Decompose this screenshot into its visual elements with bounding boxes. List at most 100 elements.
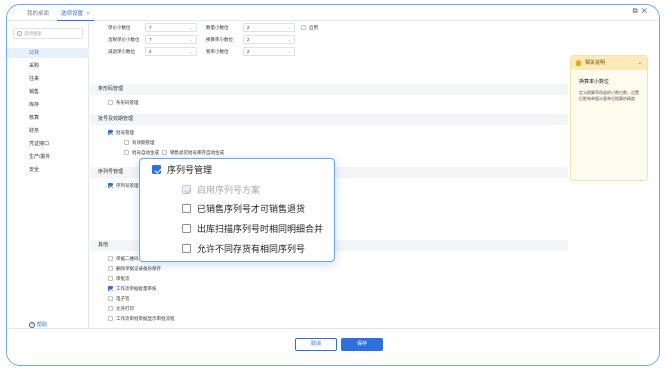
amount-decimals-select[interactable]: 2 ⌄ bbox=[145, 47, 197, 56]
extra-option-checkbox[interactable] bbox=[301, 25, 306, 30]
batch-checkbox[interactable] bbox=[108, 130, 113, 135]
serial-checkbox[interactable] bbox=[108, 183, 113, 188]
sidebar-item-purchase[interactable]: 采购 bbox=[7, 61, 89, 71]
select-value: 2 bbox=[247, 37, 250, 42]
sidebar-item-label: 凭证接口 bbox=[29, 141, 50, 147]
checkbox-label: 删除单据记录备份保存 bbox=[116, 266, 161, 271]
tax-rate-decimals-select[interactable]: 2 ⌄ bbox=[243, 47, 295, 56]
close-icon[interactable]: ✕ bbox=[642, 8, 651, 15]
window-controls: ⧉✕ bbox=[633, 8, 651, 16]
field-label: 数量小数位 bbox=[206, 25, 229, 30]
footer-bar: 取消 保存 bbox=[7, 328, 659, 365]
sidebar-item-label: 财务 bbox=[29, 128, 40, 134]
checkbox-label: 审批流 bbox=[116, 276, 130, 281]
checkbox-label: 电子签 bbox=[116, 296, 130, 301]
tab-options-settings[interactable]: 选项设置 ✕ bbox=[57, 8, 95, 21]
return-batch-auto-checkbox[interactable] bbox=[162, 150, 167, 155]
other-checkbox-5[interactable] bbox=[108, 296, 113, 301]
unit-price-decimals-select[interactable]: 7 ⌄ bbox=[145, 23, 197, 32]
select-value: 2 bbox=[247, 25, 250, 30]
sidebar-item-label: 核算 bbox=[29, 115, 40, 121]
section-barcode: 条形码管理 bbox=[90, 84, 568, 95]
sidebar-item-common[interactable]: 公共 bbox=[7, 48, 89, 58]
other-checkbox-2[interactable] bbox=[108, 266, 113, 271]
save-button[interactable]: 保存 bbox=[341, 338, 383, 351]
checkbox-label: 允许不同存货有相同序列号 bbox=[197, 244, 306, 254]
merge-same-detail-checkbox[interactable] bbox=[182, 224, 191, 233]
other-checkbox-6[interactable] bbox=[108, 306, 113, 311]
other-checkbox-4[interactable] bbox=[108, 286, 113, 291]
checkbox-label: 工作流单据批量审核 bbox=[116, 286, 157, 291]
sidebar-item-label: 安全 bbox=[29, 167, 40, 173]
lightbulb-icon bbox=[576, 60, 581, 66]
barcode-checkbox[interactable] bbox=[108, 100, 113, 105]
other-checkbox-3[interactable] bbox=[108, 276, 113, 281]
chevron-down-icon: ⌄ bbox=[287, 37, 291, 42]
sidebar-item-label: 往来 bbox=[29, 76, 40, 82]
section-title: 序列号管理 bbox=[98, 169, 124, 175]
sidebar-item-production[interactable]: 生产/委外 bbox=[7, 152, 89, 162]
checkbox-label: 批号自动生成 bbox=[132, 150, 159, 155]
checkbox-label: 单据二维码 bbox=[116, 256, 139, 261]
field-label: 减退单小数位 bbox=[108, 49, 135, 54]
options-window: 我的桌面 选项设置 ✕ ⧉✕ 选项搜索 公共 采购 往来 销售 库存 核算 财务 … bbox=[6, 4, 660, 366]
section-title: 批号及效期管理 bbox=[98, 116, 134, 122]
cancel-button[interactable]: 取消 bbox=[295, 338, 337, 351]
sidebar-item-label: 库存 bbox=[29, 102, 40, 108]
select-value: 2 bbox=[247, 49, 250, 54]
sidebar-item-label: 生产/委外 bbox=[29, 154, 51, 160]
expiry-checkbox[interactable] bbox=[124, 140, 129, 145]
help-panel-header-label: 相关说明 bbox=[585, 60, 606, 66]
conversion-rate-decimals-select[interactable]: 2 ⌄ bbox=[243, 35, 295, 44]
sidebar-item-label: 公共 bbox=[29, 50, 40, 56]
serial-scheme-checkbox bbox=[182, 185, 191, 194]
restore-icon[interactable]: ⧉ bbox=[633, 8, 642, 15]
checkbox-label: 启用 bbox=[309, 25, 318, 30]
duplicate-serial-checkbox[interactable] bbox=[182, 244, 191, 253]
tab-my-desktop[interactable]: 我的桌面 bbox=[23, 8, 53, 21]
select-value: 2 bbox=[149, 49, 152, 54]
checkbox-label: 有效期管理 bbox=[132, 140, 155, 145]
field-label: 换算率小数位 bbox=[206, 37, 233, 42]
other-checkbox-7[interactable] bbox=[108, 316, 113, 321]
field-label: 含税单价小数位 bbox=[108, 37, 140, 42]
sidebar-item-costing[interactable]: 核算 bbox=[7, 113, 89, 123]
close-tab-icon[interactable]: ✕ bbox=[86, 11, 90, 17]
chevron-down-icon: ⌄ bbox=[287, 49, 291, 54]
search-input[interactable]: 选项搜索 bbox=[13, 28, 83, 39]
checkbox-label: 序列号管理 bbox=[116, 183, 139, 188]
chevron-down-icon[interactable]: ⌄ bbox=[638, 56, 642, 70]
section-title: 其他 bbox=[98, 242, 109, 248]
sidebar-item-voucher-interface[interactable]: 凭证接口 bbox=[7, 139, 89, 149]
sidebar-item-accounts[interactable]: 往来 bbox=[7, 74, 89, 84]
checkbox-label: 批号管理 bbox=[116, 130, 134, 135]
chevron-down-icon: ⌄ bbox=[287, 25, 291, 30]
sidebar: 选项搜索 公共 采购 往来 销售 库存 核算 财务 凭证接口 生产/委外 安全 … bbox=[7, 22, 89, 328]
tax-price-decimals-select[interactable]: 7 ⌄ bbox=[145, 35, 197, 44]
sidebar-item-label: 销售 bbox=[29, 89, 40, 95]
section-batch: 批号及效期管理 bbox=[90, 114, 568, 125]
serial-management-checkbox[interactable] bbox=[152, 165, 161, 174]
checkbox-label: 允许打印 bbox=[116, 306, 134, 311]
sidebar-item-sales[interactable]: 销售 bbox=[7, 87, 89, 97]
help-panel-header[interactable]: 相关说明 ⌄ bbox=[571, 56, 647, 70]
chevron-down-icon: ⌄ bbox=[189, 25, 193, 30]
tab-label: 我的桌面 bbox=[27, 11, 50, 17]
quantity-decimals-select[interactable]: 2 ⌄ bbox=[243, 23, 295, 32]
batch-auto-checkbox[interactable] bbox=[124, 150, 129, 155]
checkbox-label: 已销售序列号才可销售退货 bbox=[197, 204, 306, 214]
help-link[interactable]: ? 帮助 bbox=[29, 321, 47, 328]
help-panel: 相关说明 ⌄ 换算率小数位 定义换算率保留的小数位数，设置后影响单据计量单位换算的… bbox=[570, 55, 648, 181]
sidebar-item-finance[interactable]: 财务 bbox=[7, 126, 89, 136]
checkbox-label: 条形码管理 bbox=[116, 100, 139, 105]
sidebar-item-inventory[interactable]: 库存 bbox=[7, 100, 89, 110]
sidebar-item-label: 采购 bbox=[29, 63, 40, 69]
select-value: 7 bbox=[149, 37, 152, 42]
search-icon bbox=[17, 31, 22, 36]
other-checkbox-1[interactable] bbox=[108, 256, 113, 261]
tab-label: 选项设置 bbox=[61, 11, 84, 17]
sold-serial-return-checkbox[interactable] bbox=[182, 204, 191, 213]
serial-options-zoom-panel: 序列号管理 启用序列号方案 已销售序列号才可销售退货 出库扫描序列号时相同明细合… bbox=[139, 158, 335, 262]
sidebar-item-security[interactable]: 安全 bbox=[7, 165, 89, 175]
popup-title: 序列号管理 bbox=[167, 165, 213, 175]
